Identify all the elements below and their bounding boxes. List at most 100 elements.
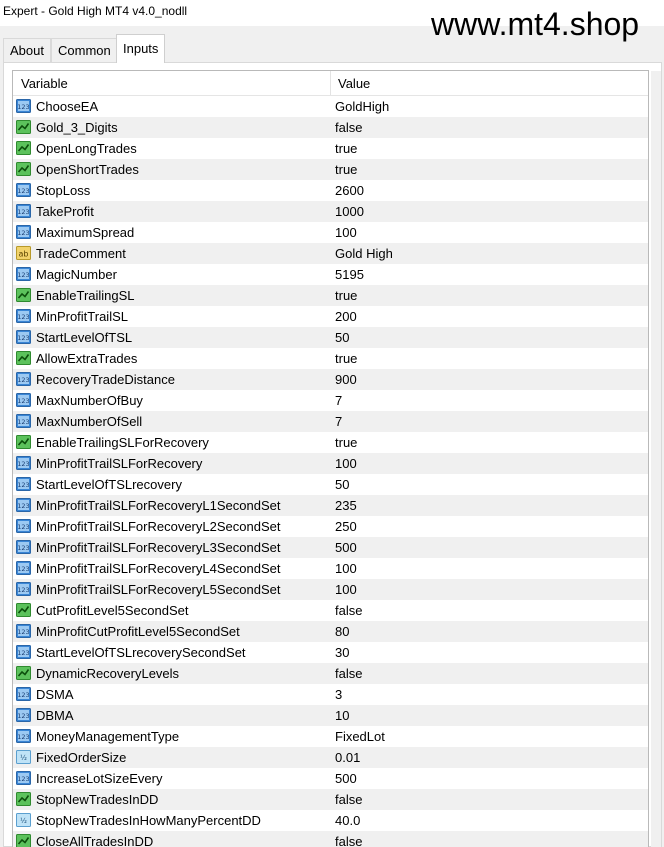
variable-name: RecoveryTradeDistance (36, 372, 175, 387)
variable-value[interactable]: 50 (335, 327, 349, 348)
variable-value[interactable]: 7 (335, 390, 342, 411)
variable-value[interactable]: 7 (335, 411, 342, 432)
column-header-value[interactable]: Value (338, 71, 370, 95)
table-row[interactable]: OpenShortTrades true (13, 159, 648, 180)
vertical-scrollbar[interactable] (651, 71, 661, 847)
variable-value[interactable]: 900 (335, 369, 357, 390)
table-row[interactable]: CutProfitLevel5SecondSet false (13, 600, 648, 621)
variable-value[interactable]: true (335, 138, 357, 159)
variable-name: DSMA (36, 687, 74, 702)
table-row[interactable]: 123 RecoveryTradeDistance 900 (13, 369, 648, 390)
variable-value[interactable]: false (335, 831, 362, 847)
column-divider[interactable] (330, 71, 331, 95)
variable-name: Gold_3_Digits (36, 120, 118, 135)
int-icon: 123 (16, 477, 31, 491)
table-row[interactable]: EnableTrailingSL true (13, 285, 648, 306)
int-icon: 123 (16, 519, 31, 533)
double-icon: ½ (16, 750, 31, 764)
table-row[interactable]: 123 MagicNumber 5195 (13, 264, 648, 285)
variable-value[interactable]: 10 (335, 705, 349, 726)
variable-value[interactable]: FixedLot (335, 726, 385, 747)
table-row[interactable]: 123 MaxNumberOfSell 7 (13, 411, 648, 432)
table-row[interactable]: 123 MinProfitTrailSLForRecoveryL2SecondSe… (13, 516, 648, 537)
variable-value[interactable]: 500 (335, 537, 357, 558)
variable-name: IncreaseLotSizeEvery (36, 771, 163, 786)
tab-common[interactable]: Common (51, 38, 118, 62)
variable-value[interactable]: true (335, 285, 357, 306)
variable-value[interactable]: false (335, 600, 362, 621)
table-row[interactable]: OpenLongTrades true (13, 138, 648, 159)
table-row[interactable]: 123 MinProfitTrailSLForRecoveryL1SecondSe… (13, 495, 648, 516)
variable-value[interactable]: 3 (335, 684, 342, 705)
int-icon: 123 (16, 309, 31, 323)
table-row[interactable]: 123 DBMA 10 (13, 705, 648, 726)
variable-value[interactable]: Gold High (335, 243, 393, 264)
table-row[interactable]: 123 MoneyManagementType FixedLot (13, 726, 648, 747)
variable-value[interactable]: 100 (335, 558, 357, 579)
table-row[interactable]: ab TradeComment Gold High (13, 243, 648, 264)
tab-about[interactable]: About (3, 38, 51, 62)
table-row[interactable]: 123 MinProfitTrailSLForRecovery 100 (13, 453, 648, 474)
table-row[interactable]: 123 MinProfitCutProfitLevel5SecondSet 80 (13, 621, 648, 642)
column-header-variable[interactable]: Variable (21, 71, 68, 95)
svg-text:123: 123 (17, 397, 29, 405)
variable-value[interactable]: 235 (335, 495, 357, 516)
variable-value[interactable]: 0.01 (335, 747, 360, 768)
svg-text:123: 123 (17, 334, 29, 342)
table-row[interactable]: 123 StopLoss 2600 (13, 180, 648, 201)
table-row[interactable]: 123 MinProfitTrailSLForRecoveryL4SecondSe… (13, 558, 648, 579)
table-row[interactable]: 123 StartLevelOfTSLrecoverySecondSet 30 (13, 642, 648, 663)
variable-value[interactable]: 50 (335, 474, 349, 495)
variable-value[interactable]: 500 (335, 768, 357, 789)
variable-value[interactable]: 80 (335, 621, 349, 642)
table-row[interactable]: 123 StartLevelOfTSL 50 (13, 327, 648, 348)
variable-value[interactable]: false (335, 789, 362, 810)
variable-value[interactable]: true (335, 432, 357, 453)
int-icon: 123 (16, 393, 31, 407)
variable-name: DynamicRecoveryLevels (36, 666, 180, 681)
variable-value[interactable]: GoldHigh (335, 96, 389, 117)
variable-value[interactable]: 30 (335, 642, 349, 663)
svg-text:123: 123 (17, 376, 29, 384)
table-row[interactable]: ½ FixedOrderSize 0.01 (13, 747, 648, 768)
bool-icon (16, 120, 31, 134)
table-row[interactable]: ½ StopNewTradesInHowManyPercentDD 40.0 (13, 810, 648, 831)
variable-value[interactable]: 1000 (335, 201, 364, 222)
table-row[interactable]: 123 MaxNumberOfBuy 7 (13, 390, 648, 411)
variable-value[interactable]: 100 (335, 579, 357, 600)
table-row[interactable]: 123 IncreaseLotSizeEvery 500 (13, 768, 648, 789)
table-row[interactable]: 123 StartLevelOfTSLrecovery 50 (13, 474, 648, 495)
table-row[interactable]: 123 ChooseEA GoldHigh (13, 96, 648, 117)
variable-value[interactable]: false (335, 663, 362, 684)
table-row[interactable]: DynamicRecoveryLevels false (13, 663, 648, 684)
svg-text:123: 123 (17, 187, 29, 195)
variable-value[interactable]: 100 (335, 453, 357, 474)
table-row[interactable]: Gold_3_Digits false (13, 117, 648, 138)
table-row[interactable]: 123 MinProfitTrailSLForRecoveryL3SecondSe… (13, 537, 648, 558)
tab-inputs[interactable]: Inputs (116, 34, 166, 63)
variable-value[interactable]: 2600 (335, 180, 364, 201)
variable-value[interactable]: 250 (335, 516, 357, 537)
table-row[interactable]: StopNewTradesInDD false (13, 789, 648, 810)
table-row[interactable]: 123 DSMA 3 (13, 684, 648, 705)
variable-value[interactable]: true (335, 159, 357, 180)
svg-text:123: 123 (17, 565, 29, 573)
table-row[interactable]: 123 MaximumSpread 100 (13, 222, 648, 243)
table-row[interactable]: AllowExtraTrades true (13, 348, 648, 369)
table-row[interactable]: 123 MinProfitTrailSL 200 (13, 306, 648, 327)
svg-text:½: ½ (20, 754, 27, 762)
table-row[interactable]: EnableTrailingSLForRecovery true (13, 432, 648, 453)
svg-text:123: 123 (17, 208, 29, 216)
bool-icon (16, 162, 31, 176)
variable-name: StopLoss (36, 183, 91, 198)
variable-value[interactable]: false (335, 117, 362, 138)
table-row[interactable]: CloseAllTradesInDD false (13, 831, 648, 847)
variable-value[interactable]: true (335, 348, 357, 369)
table-row[interactable]: 123 MinProfitTrailSLForRecoveryL5SecondSe… (13, 579, 648, 600)
variable-value[interactable]: 200 (335, 306, 357, 327)
bool-icon (16, 834, 31, 847)
variable-value[interactable]: 40.0 (335, 810, 360, 831)
variable-value[interactable]: 100 (335, 222, 357, 243)
variable-value[interactable]: 5195 (335, 264, 364, 285)
table-row[interactable]: 123 TakeProfit 1000 (13, 201, 648, 222)
